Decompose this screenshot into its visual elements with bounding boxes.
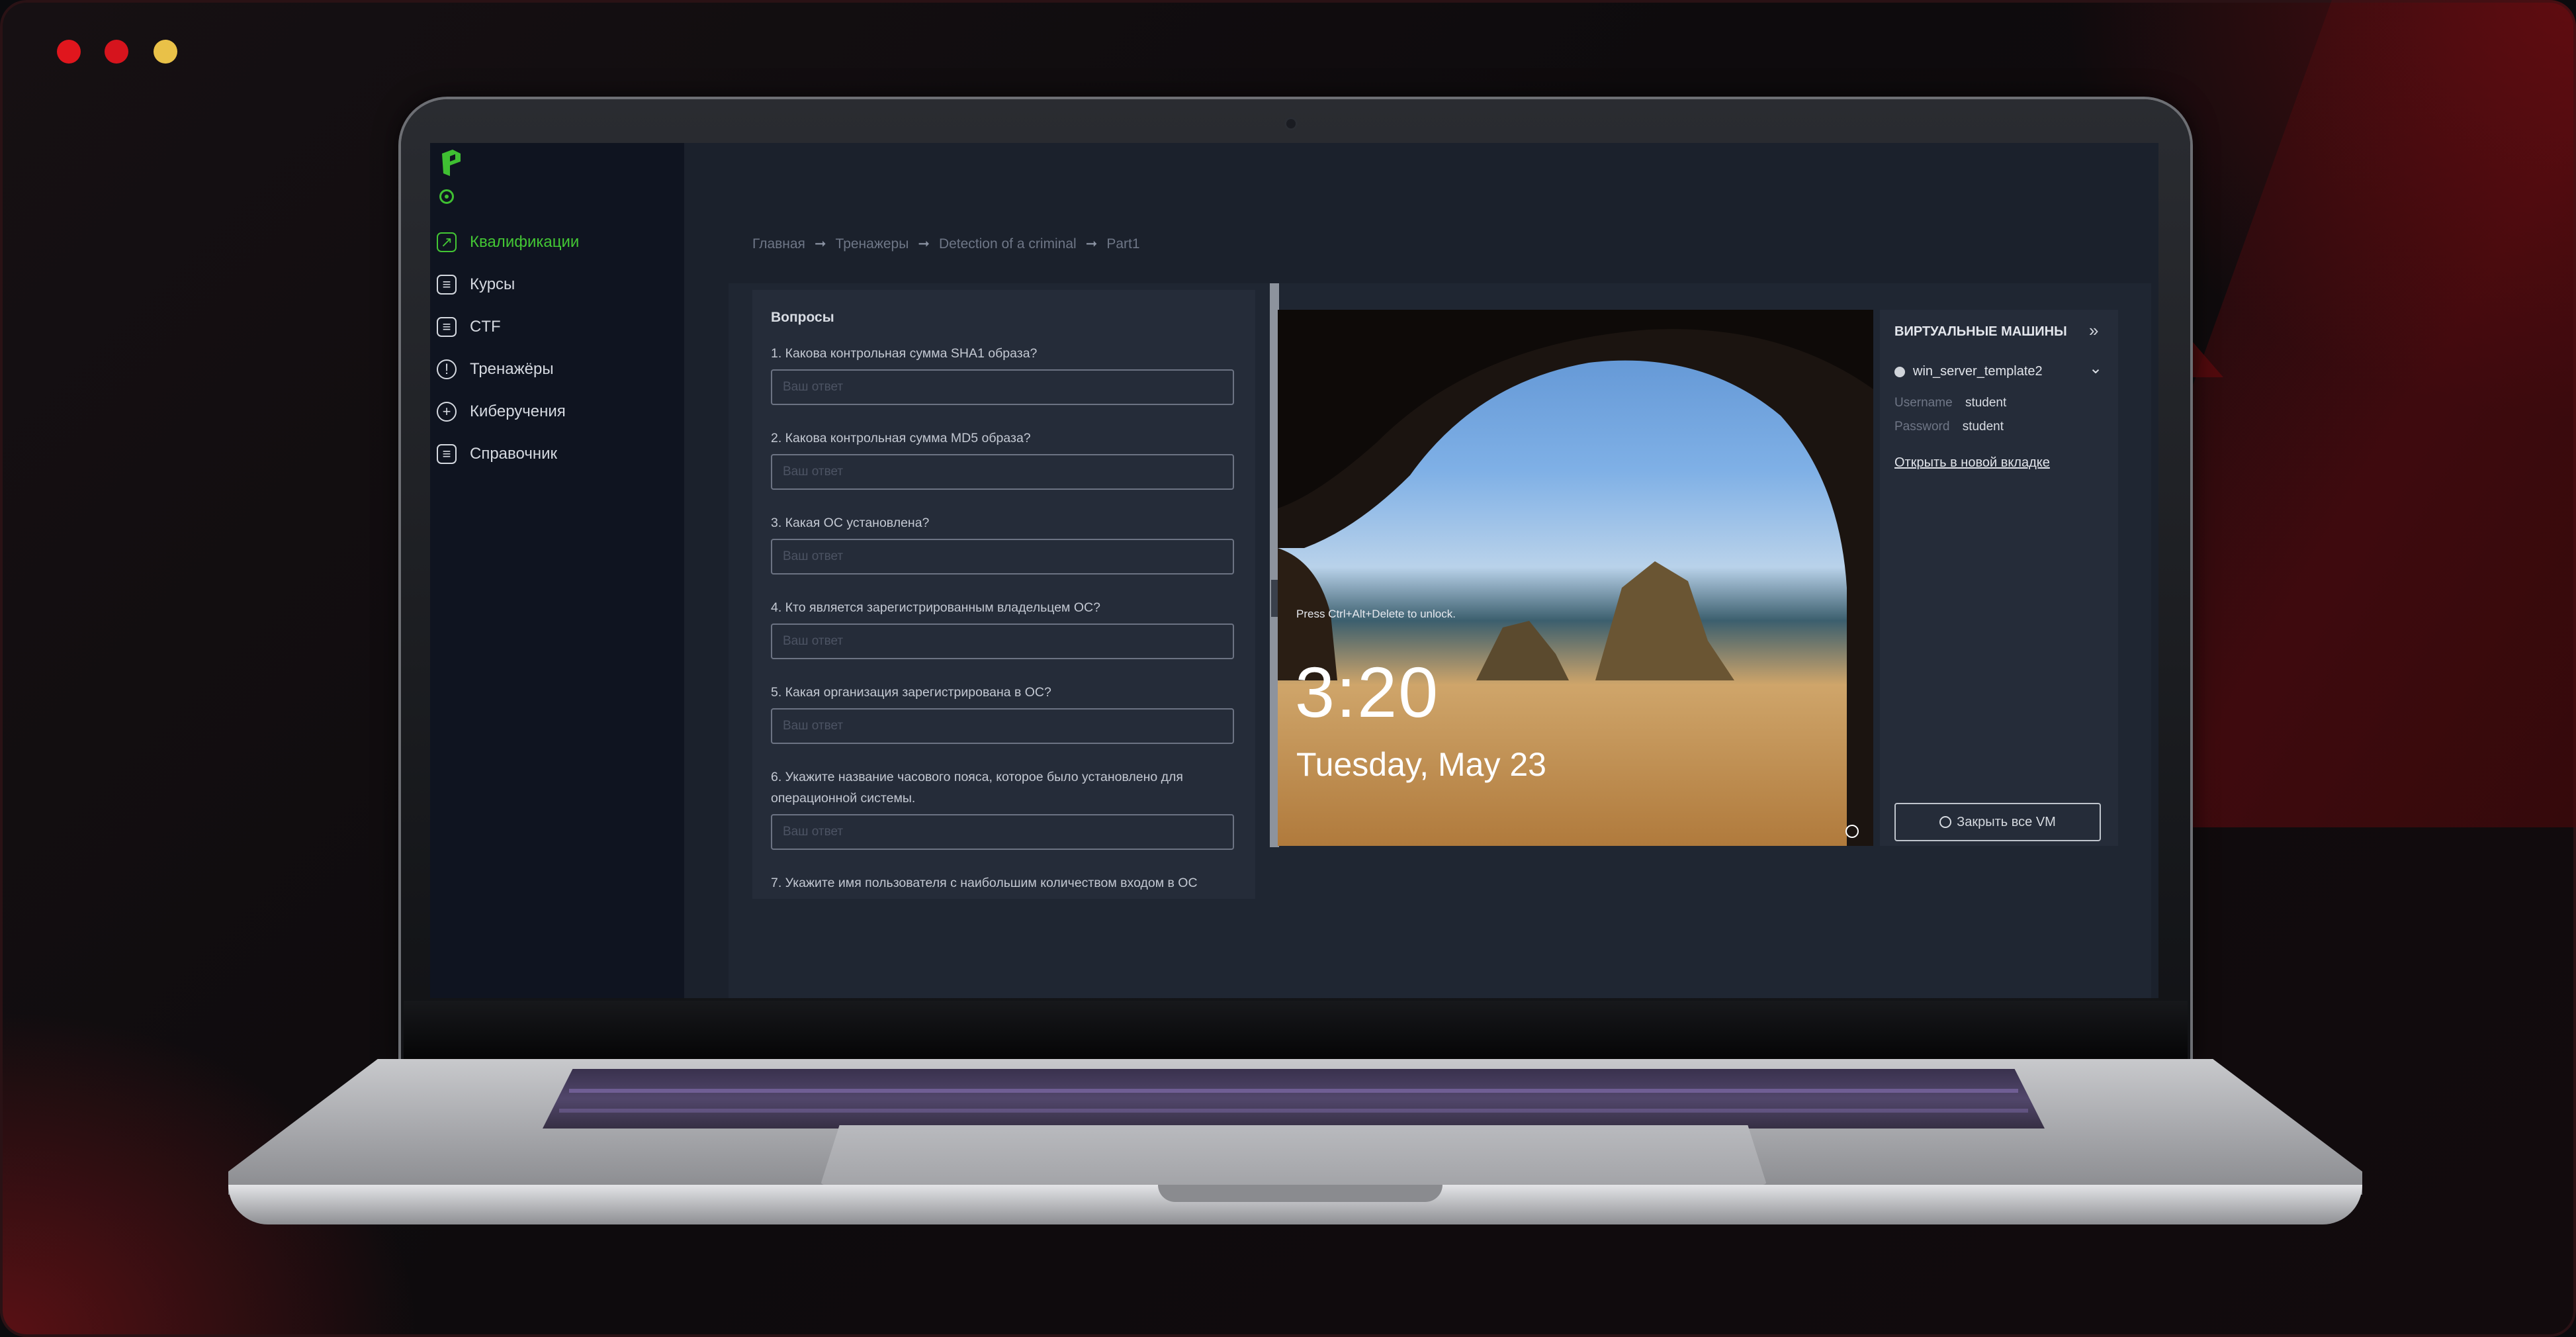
target-icon: + — [437, 402, 457, 422]
answer-input[interactable] — [771, 454, 1234, 490]
vm-list-item[interactable]: win_server_template2 — [1894, 364, 2043, 379]
shield-icon: ! — [437, 359, 457, 379]
sidebar-item-trainers[interactable]: ! Тренажёры — [437, 348, 579, 391]
sidebar-item-label: Справочник — [470, 445, 557, 463]
breadcrumb: Главная ➞ Тренажеры ➞ Detection of a cri… — [752, 236, 1140, 252]
workspace: Вопросы 1. Какова контрольная сумма SHA1… — [729, 283, 2151, 998]
sidebar-item-label: CTF — [470, 318, 501, 336]
sidebar-item-label: Тренажёры — [470, 360, 554, 378]
keyboard-backlight — [569, 1089, 2018, 1093]
laptop-keyboard — [543, 1069, 2045, 1129]
questions-panel: Вопросы 1. Какова контрольная сумма SHA1… — [752, 290, 1255, 899]
book-icon: ≡ — [437, 444, 457, 464]
answer-input[interactable] — [771, 539, 1234, 575]
brand-logo-icon[interactable] — [438, 147, 465, 179]
question-text: 3. Какая ОС установлена? — [771, 516, 930, 530]
answer-input[interactable] — [771, 369, 1234, 405]
chart-icon: ↗ — [437, 232, 457, 252]
vm-panel-title: ВИРТУАЛЬНЫЕ МАШИНЫ — [1894, 324, 2067, 339]
question-text: 6. Укажите название часового пояса, кото… — [771, 770, 1183, 806]
power-icon — [1939, 816, 1952, 828]
sidebar-item-label: Квалификации — [470, 233, 580, 251]
questions-title: Вопросы — [771, 310, 834, 325]
sidebar-item-courses[interactable]: ≡ Курсы — [437, 263, 579, 306]
answer-input[interactable] — [771, 708, 1234, 744]
answer-input[interactable] — [771, 814, 1234, 850]
question-text: 2. Какова контрольная сумма MD5 образа? — [771, 431, 1031, 445]
sidebar-nav: ↗ Квалификации ≡ Курсы ≡ CTF ! Тренажёры… — [437, 221, 579, 475]
main-content: Главная ➞ Тренажеры ➞ Detection of a cri… — [684, 143, 2158, 998]
arrow-right-icon: ➞ — [1085, 236, 1098, 252]
laptop-notch — [1158, 1185, 1443, 1202]
breadcrumb-item-home[interactable]: Главная — [752, 236, 805, 252]
vm-status-icon — [1894, 366, 1905, 377]
sidebar-item-reference[interactable]: ≡ Справочник — [437, 433, 579, 475]
close-all-vm-button[interactable]: Закрыть все VM — [1894, 803, 2101, 841]
laptop-trackpad — [821, 1125, 1767, 1185]
password-value: student — [1962, 420, 2004, 434]
lockscreen-hint: Press Ctrl+Alt+Delete to unlock. — [1296, 608, 1456, 620]
question-text: 5. Какая организация зарегистрирована в … — [771, 685, 1051, 700]
sidebar-item-label: Курсы — [470, 275, 515, 293]
double-chevron-right-icon[interactable]: » — [2089, 320, 2098, 341]
arrow-right-icon: ➞ — [918, 236, 930, 252]
password-label: Password — [1894, 420, 1950, 434]
username-value: student — [1965, 396, 2007, 410]
vm-display[interactable]: Press Ctrl+Alt+Delete to unlock. 3:20 Tu… — [1278, 310, 1873, 846]
keyboard-backlight — [559, 1109, 2028, 1113]
chevron-down-icon[interactable]: ⌄ — [2089, 359, 2102, 378]
laptop-camera — [1286, 119, 1296, 128]
lockscreen-time: 3:20 — [1295, 652, 1440, 732]
breadcrumb-item-scenario[interactable]: Detection of a criminal — [939, 236, 1077, 252]
answer-input[interactable] — [771, 623, 1234, 659]
questions-list: 1. Какова контрольная сумма SHA1 образа?… — [771, 343, 1237, 894]
sidebar-item-ctf[interactable]: ≡ CTF — [437, 306, 579, 348]
question-text: 7. Укажите имя пользователя с наибольшим… — [771, 876, 1198, 890]
question-text: 4. Кто является зарегистрированным владе… — [771, 600, 1100, 615]
accessibility-icon[interactable] — [1845, 825, 1859, 838]
window-zoom-dot[interactable] — [154, 40, 177, 64]
sidebar: ↗ Квалификации ≡ Курсы ≡ CTF ! Тренажёры… — [430, 143, 684, 998]
vm-name: win_server_template2 — [1913, 364, 2043, 379]
laptop-screen: ↗ Квалификации ≡ Курсы ≡ CTF ! Тренажёры… — [430, 143, 2158, 998]
list-icon: ≡ — [437, 275, 457, 295]
sidebar-item-cyber-exercises[interactable]: + Киберучения — [437, 391, 579, 433]
arrow-right-icon: ➞ — [814, 236, 826, 252]
status-icon[interactable] — [439, 189, 454, 204]
window-minimize-dot[interactable] — [105, 40, 128, 64]
breadcrumb-item-part: Part1 — [1106, 236, 1140, 252]
page-frame: ↗ Квалификации ≡ Курсы ≡ CTF ! Тренажёры… — [0, 0, 2576, 1337]
breadcrumb-item-trainers[interactable]: Тренажеры — [836, 236, 909, 252]
sidebar-item-qualifications[interactable]: ↗ Квалификации — [437, 221, 579, 263]
flag-icon: ≡ — [437, 317, 457, 337]
vm-panel: ВИРТУАЛЬНЫЕ МАШИНЫ » win_server_template… — [1880, 310, 2118, 846]
question-text: 1. Какова контрольная сумма SHA1 образа? — [771, 346, 1038, 361]
window-close-dot[interactable] — [57, 40, 81, 64]
sidebar-item-label: Киберучения — [470, 402, 566, 420]
lockscreen-date: Tuesday, May 23 — [1296, 746, 1546, 783]
laptop-hinge — [404, 1001, 2188, 1060]
open-in-new-tab-link[interactable]: Открыть в новой вкладке — [1894, 455, 2050, 471]
vm-password: Password student — [1894, 420, 2004, 434]
username-label: Username — [1894, 396, 1953, 410]
close-all-vm-label: Закрыть все VM — [1957, 814, 2056, 829]
vm-username: Username student — [1894, 396, 2006, 410]
